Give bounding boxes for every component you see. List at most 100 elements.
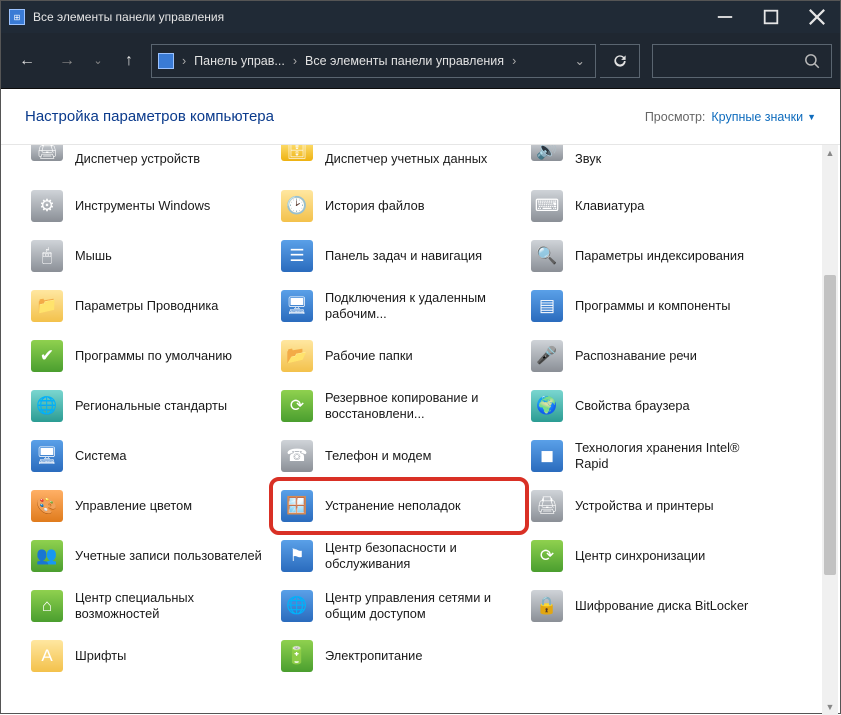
item-label: Центр специальных возможностей xyxy=(75,590,265,622)
item-sound[interactable]: 🔊 Звук xyxy=(525,151,775,181)
item-label: Электропитание xyxy=(325,648,422,664)
close-button[interactable] xyxy=(794,1,840,33)
item-label: Шифрование диска BitLocker xyxy=(575,598,748,614)
item-label: Инструменты Windows xyxy=(75,198,210,214)
storage-icon: ◼ xyxy=(531,440,563,472)
item-label: Система xyxy=(75,448,127,464)
item-troubleshooting[interactable]: 🪟 Устранение неполадок xyxy=(269,477,529,535)
lock-icon: 🔒 xyxy=(531,590,563,622)
keyboard-icon: ⌨ xyxy=(531,190,563,222)
content-header: Настройка параметров компьютера Просмотр… xyxy=(1,89,840,145)
refresh-button[interactable] xyxy=(600,44,640,78)
history-icon: 🕑 xyxy=(281,190,313,222)
flag-icon: ⚑ xyxy=(281,540,313,572)
item-explorer-options[interactable]: 📁 Параметры Проводника xyxy=(25,281,275,331)
address-bar[interactable]: › Панель управ... › Все элементы панели … xyxy=(151,44,596,78)
chevron-right-icon[interactable]: › xyxy=(178,54,190,68)
gear-icon: ⚙ xyxy=(31,190,63,222)
item-phone-modem[interactable]: ☎ Телефон и модем xyxy=(275,431,525,481)
item-windows-tools[interactable]: ⚙ Инструменты Windows xyxy=(25,181,275,231)
item-system[interactable]: 🖥 Система xyxy=(25,431,275,481)
back-button[interactable]: ← xyxy=(9,43,45,79)
network-icon: 🌐 xyxy=(281,590,313,622)
item-work-folders[interactable]: 📂 Рабочие папки xyxy=(275,331,525,381)
control-panel-small-icon xyxy=(158,53,174,69)
item-backup[interactable]: ⟳ Резервное копирование и восстановлени.… xyxy=(275,381,525,431)
chevron-right-icon[interactable]: › xyxy=(289,54,301,68)
breadcrumb-current[interactable]: Все элементы панели управления xyxy=(303,54,506,68)
minimize-button[interactable] xyxy=(702,1,748,33)
navbar: ← → ⌄ ↑ › Панель управ... › Все элементы… xyxy=(1,33,840,89)
item-label: Панель задач и навигация xyxy=(325,248,482,264)
item-bitlocker[interactable]: 🔒 Шифрование диска BitLocker xyxy=(525,581,775,631)
item-keyboard[interactable]: ⌨ Клавиатура xyxy=(525,181,775,231)
item-mouse[interactable]: 🖱 Мышь xyxy=(25,231,275,281)
backup-icon: ⟳ xyxy=(281,390,313,422)
item-label: Устранение неполадок xyxy=(325,498,461,514)
chevron-right-icon[interactable]: › xyxy=(508,54,520,68)
item-sync-center[interactable]: ⟳ Центр синхронизации xyxy=(525,531,775,581)
item-label: Центр безопасности и обслуживания xyxy=(325,540,515,572)
item-security-maintenance[interactable]: ⚑ Центр безопасности и обслуживания xyxy=(275,531,525,581)
item-indexing[interactable]: 🔍 Параметры индексирования xyxy=(525,231,775,281)
item-region[interactable]: 🌐 Региональные стандарты xyxy=(25,381,275,431)
scroll-up-icon[interactable]: ▲ xyxy=(822,145,838,161)
folder-icon: 📁 xyxy=(31,290,63,322)
item-label: Распознавание речи xyxy=(575,348,697,364)
item-device-manager[interactable]: 🖨 Диспетчер устройств xyxy=(25,151,275,181)
item-remote-desktop[interactable]: 🖥 Подключения к удаленным рабочим... xyxy=(275,281,525,331)
items-panel: 🖨 Диспетчер устройств 🗄 Диспетчер учетны… xyxy=(1,145,840,715)
item-fonts[interactable]: A Шрифты xyxy=(25,631,275,681)
item-devices-printers[interactable]: 🖨 Устройства и принтеры xyxy=(525,481,775,531)
view-select[interactable]: Крупные значки ▼ xyxy=(711,110,816,124)
users-icon: 👥 xyxy=(31,540,63,572)
control-panel-icon: ⊞ xyxy=(9,9,25,25)
item-label: Региональные стандарты xyxy=(75,398,227,414)
taskbar-icon: ☰ xyxy=(281,240,313,272)
item-taskbar[interactable]: ☰ Панель задач и навигация xyxy=(275,231,525,281)
scroll-down-icon[interactable]: ▼ xyxy=(822,699,838,715)
item-label: Подключения к удаленным рабочим... xyxy=(325,290,515,322)
page-title: Настройка параметров компьютера xyxy=(25,108,645,125)
scroll-thumb[interactable] xyxy=(824,275,836,575)
item-internet-options[interactable]: 🌍 Свойства браузера xyxy=(525,381,775,431)
work-folders-icon: 📂 xyxy=(281,340,313,372)
item-power-options[interactable]: 🔋 Электропитание xyxy=(275,631,525,681)
vertical-scrollbar[interactable]: ▲ ▼ xyxy=(822,145,838,715)
item-default-programs[interactable]: ✔ Программы по умолчанию xyxy=(25,331,275,381)
globe-icon: 🌐 xyxy=(31,390,63,422)
system-icon: 🖥 xyxy=(31,440,63,472)
accessibility-icon: ⌂ xyxy=(31,590,63,622)
item-label: Шрифты xyxy=(75,648,126,664)
item-credential-manager[interactable]: 🗄 Диспетчер учетных данных xyxy=(275,151,525,181)
default-programs-icon: ✔ xyxy=(31,340,63,372)
troubleshoot-icon: 🪟 xyxy=(281,490,313,522)
up-button[interactable]: ↑ xyxy=(111,43,147,79)
item-file-history[interactable]: 🕑 История файлов xyxy=(275,181,525,231)
address-dropdown-icon[interactable]: ⌄ xyxy=(569,53,591,68)
item-ease-of-access[interactable]: ⌂ Центр специальных возможностей xyxy=(25,581,275,631)
maximize-button[interactable] xyxy=(748,1,794,33)
item-label: Резервное копирование и восстановлени... xyxy=(325,390,515,422)
item-network-sharing[interactable]: 🌐 Центр управления сетями и общим доступ… xyxy=(275,581,525,631)
power-icon: 🔋 xyxy=(281,640,313,672)
color-icon: 🎨 xyxy=(31,490,63,522)
sync-icon: ⟳ xyxy=(531,540,563,572)
item-user-accounts[interactable]: 👥 Учетные записи пользователей xyxy=(25,531,275,581)
search-icon xyxy=(803,52,821,70)
item-intel-rapid[interactable]: ◼ Технология хранения Intel® Rapid xyxy=(525,431,775,481)
forward-button[interactable]: → xyxy=(49,43,85,79)
breadcrumb-root[interactable]: Панель управ... xyxy=(192,54,287,68)
recent-dropdown[interactable]: ⌄ xyxy=(89,43,107,79)
speaker-icon: 🔊 xyxy=(531,145,563,161)
search-box[interactable] xyxy=(652,44,832,78)
item-label: Диспетчер учетных данных xyxy=(325,151,487,167)
item-programs[interactable]: ▤ Программы и компоненты xyxy=(525,281,775,331)
item-label: Телефон и модем xyxy=(325,448,431,464)
item-label: Центр управления сетями и общим доступом xyxy=(325,590,515,622)
microphone-icon: 🎤 xyxy=(531,340,563,372)
item-speech[interactable]: 🎤 Распознавание речи xyxy=(525,331,775,381)
item-color-management[interactable]: 🎨 Управление цветом xyxy=(25,481,275,531)
item-label: Клавиатура xyxy=(575,198,644,214)
search-options-icon: 🔍 xyxy=(531,240,563,272)
